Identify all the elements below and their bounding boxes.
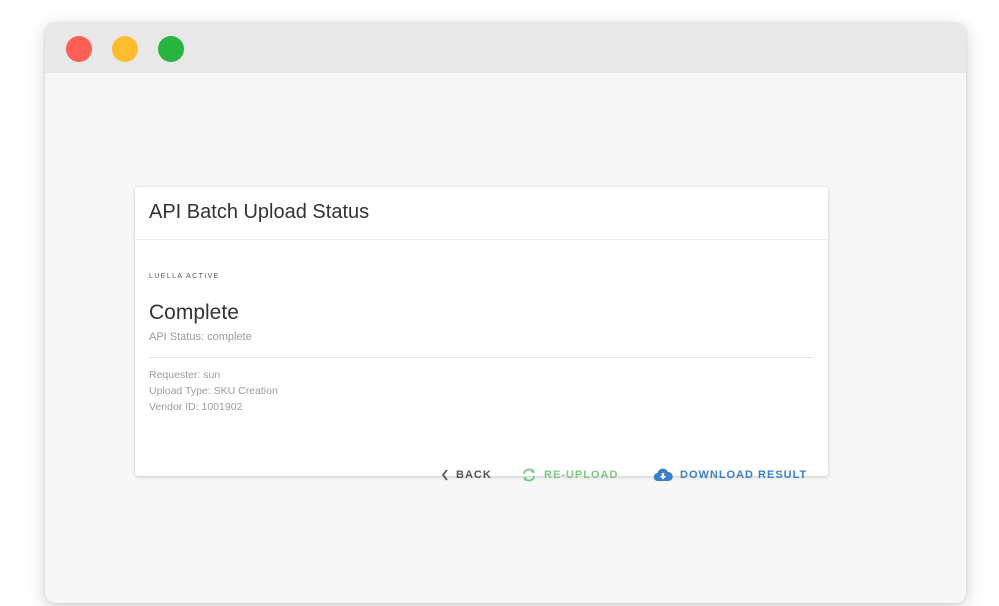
refresh-icon	[521, 467, 537, 483]
browser-window: API Batch Upload Status LUELLA ACTIVE Co…	[45, 23, 966, 603]
chevron-left-icon	[441, 469, 449, 481]
back-button[interactable]: BACK	[441, 466, 492, 484]
reupload-button-label: RE-UPLOAD	[544, 469, 619, 481]
minimize-window-button[interactable]	[112, 36, 138, 62]
title-bar	[45, 23, 966, 73]
api-status-text: API Status: complete	[149, 331, 252, 343]
divider	[149, 357, 813, 358]
maximize-window-button[interactable]	[158, 36, 184, 62]
upload-type-text: Upload Type: SKU Creation	[149, 385, 278, 397]
account-overline: LUELLA ACTIVE	[149, 273, 220, 280]
cloud-download-icon	[653, 467, 673, 483]
back-button-label: BACK	[456, 469, 492, 481]
card-header: API Batch Upload Status	[135, 187, 828, 240]
upload-status-card: API Batch Upload Status LUELLA ACTIVE Co…	[135, 187, 828, 482]
download-result-label: DOWNLOAD RESULT	[680, 469, 808, 481]
requester-text: Requester: sun	[149, 369, 221, 381]
card-title: API Batch Upload Status	[149, 201, 370, 223]
reupload-button[interactable]: RE-UPLOAD	[521, 466, 618, 484]
close-window-button[interactable]	[66, 36, 92, 62]
vendor-id-text: Vendor ID: 1001902	[149, 401, 243, 413]
download-result-button[interactable]: DOWNLOAD RESULT	[653, 466, 807, 484]
status-title: Complete	[149, 301, 239, 324]
